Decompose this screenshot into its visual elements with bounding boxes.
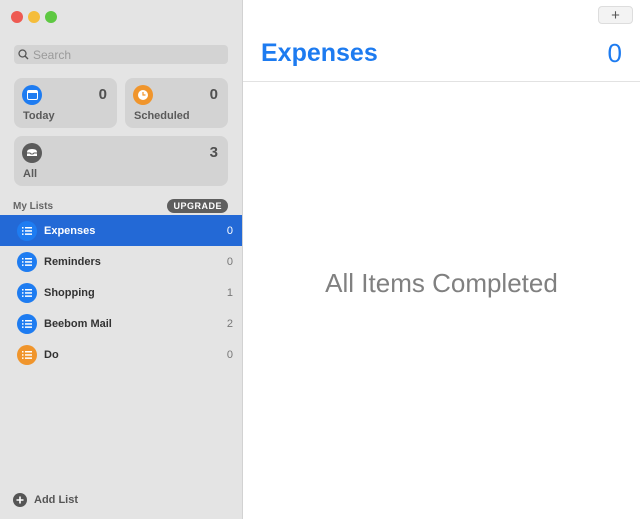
list-item-do[interactable]: Do 0 (0, 339, 242, 370)
maximize-window-button[interactable] (45, 11, 57, 23)
scheduled-label: Scheduled (134, 110, 190, 122)
main-pane: + Expenses 0 All Items Completed (243, 0, 640, 519)
my-lists: Expenses 0 Reminders 0 Shopping 1 Beebom… (0, 215, 242, 370)
list-count: 0 (226, 348, 233, 361)
search-field[interactable] (14, 45, 228, 64)
reminders-window: 0 Today 0 Scheduled 3 All My Lists UPGRA… (0, 0, 640, 519)
smart-list-today[interactable]: 0 Today (14, 78, 117, 128)
list-bullet-icon (17, 251, 37, 272)
empty-state-message: All Items Completed (325, 268, 558, 298)
sidebar: 0 Today 0 Scheduled 3 All My Lists UPGRA… (0, 0, 243, 519)
list-item-reminders[interactable]: Reminders 0 (0, 246, 242, 277)
scheduled-count: 0 (209, 86, 218, 103)
today-label: Today (23, 110, 55, 122)
list-name: Expenses (44, 224, 96, 237)
list-item-shopping[interactable]: Shopping 1 (0, 277, 242, 308)
today-count: 0 (98, 86, 107, 103)
list-name: Beebom Mail (44, 317, 112, 330)
search-input[interactable] (33, 47, 213, 62)
list-item-expenses[interactable]: Expenses 0 (0, 215, 242, 246)
my-lists-label: My Lists (13, 201, 54, 212)
tray-icon (22, 143, 42, 163)
smart-list-scheduled[interactable]: 0 Scheduled (125, 78, 228, 128)
header-divider (243, 81, 640, 82)
add-reminder-button[interactable]: + (598, 6, 633, 24)
minimize-window-button[interactable] (28, 11, 40, 23)
list-title: Expenses (261, 39, 378, 67)
list-count: 0 (226, 224, 233, 237)
list-bullet-icon (17, 313, 37, 334)
all-count: 3 (209, 144, 218, 161)
add-list-button[interactable]: Add List (13, 493, 78, 507)
plus-circle-icon (13, 493, 27, 507)
list-name: Shopping (44, 286, 95, 299)
list-count: 2 (226, 317, 233, 330)
list-total-count: 0 (607, 38, 622, 68)
upgrade-button[interactable]: UPGRADE (167, 199, 228, 213)
list-bullet-icon (17, 282, 37, 303)
list-count: 1 (226, 286, 233, 299)
clock-icon (133, 85, 153, 105)
list-count: 0 (226, 255, 233, 268)
list-name: Reminders (44, 255, 101, 268)
my-lists-header: My Lists UPGRADE (13, 199, 228, 213)
all-label: All (23, 168, 38, 180)
list-name: Do (44, 348, 59, 361)
search-icon (18, 49, 29, 60)
window-controls (11, 11, 57, 23)
smart-list-all[interactable]: 3 All (14, 136, 228, 186)
close-window-button[interactable] (11, 11, 23, 23)
add-list-label: Add List (34, 494, 78, 506)
list-bullet-icon (17, 344, 37, 365)
list-bullet-icon (17, 220, 37, 241)
list-item-beebom-mail[interactable]: Beebom Mail 2 (0, 308, 242, 339)
calendar-icon (22, 85, 42, 105)
